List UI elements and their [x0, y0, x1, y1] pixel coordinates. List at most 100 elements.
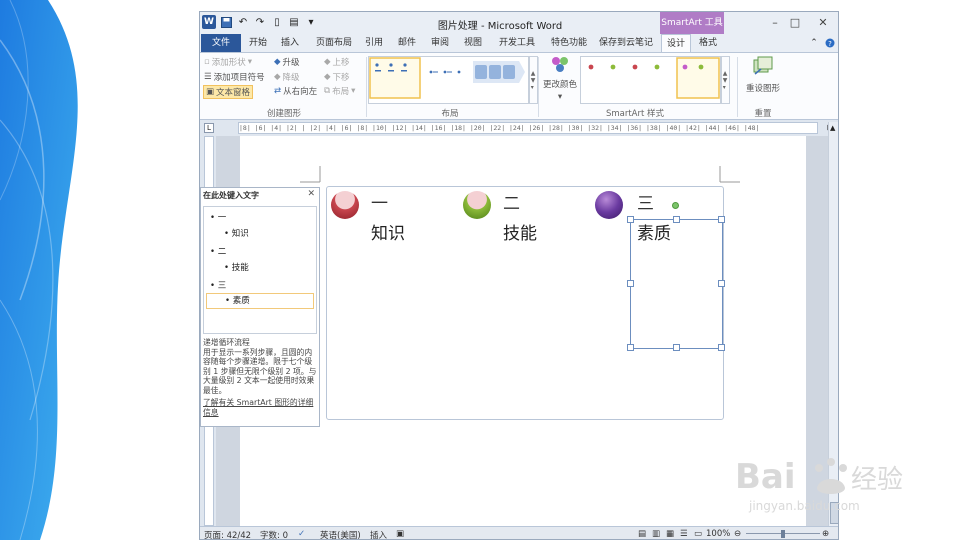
- step-circle-1[interactable]: [331, 191, 359, 219]
- layouts-gallery: [368, 56, 530, 104]
- reset-graphic-button[interactable]: 重设图形: [743, 56, 783, 94]
- styles-gallery-scroll[interactable]: ▲ ▼ ▾: [720, 56, 730, 104]
- new-document-icon[interactable]: ▯: [270, 15, 284, 29]
- promote-button[interactable]: ◆ 升级: [274, 56, 300, 68]
- resize-handle[interactable]: [627, 280, 634, 287]
- customize-toolbar-icon[interactable]: ▾: [304, 15, 318, 29]
- draft-view-icon[interactable]: ▭: [694, 529, 702, 539]
- step-number-3[interactable]: 三: [637, 189, 654, 214]
- zoom-out-icon[interactable]: ⊖: [734, 529, 741, 539]
- tab-save-to-cloud-notes[interactable]: 保存到云笔记: [597, 34, 655, 52]
- tab-view[interactable]: 视图: [459, 34, 487, 52]
- tab-references[interactable]: 引用: [360, 34, 388, 52]
- list-item[interactable]: • 一: [210, 211, 226, 223]
- resize-handle[interactable]: [718, 280, 725, 287]
- resize-handle[interactable]: [718, 216, 725, 223]
- step-text-1[interactable]: 知识: [371, 219, 405, 244]
- tab-special-features[interactable]: 特色功能: [545, 34, 593, 52]
- resize-handle[interactable]: [627, 216, 634, 223]
- group-label-smartart-styles: SmartArt 样式: [605, 109, 665, 119]
- layout-description-body: 用于显示一系列步骤，且圆的内容随每个步骤递增。限于七个级别 1 步骤但无限个级别…: [203, 347, 317, 395]
- resize-handle[interactable]: [673, 344, 680, 351]
- tab-review[interactable]: 审阅: [426, 34, 454, 52]
- proofing-icon[interactable]: ✓: [298, 529, 305, 539]
- word-count[interactable]: 字数: 0: [260, 529, 288, 539]
- step-number-2[interactable]: 二: [503, 189, 520, 214]
- group-label-reset: 重置: [754, 109, 772, 119]
- language-indicator[interactable]: 英语(美国): [320, 529, 361, 539]
- list-item-selected[interactable]: • 素质: [206, 293, 314, 309]
- list-item[interactable]: • 知识: [224, 227, 249, 239]
- resize-handle[interactable]: [718, 344, 725, 351]
- demote-button[interactable]: ◆ 降级: [274, 71, 300, 83]
- tab-page-layout[interactable]: 页面布局: [310, 34, 358, 52]
- smartart-tools-header: SmartArt 工具: [660, 12, 724, 34]
- insert-mode-indicator[interactable]: 插入: [370, 529, 387, 539]
- print-layout-view-icon[interactable]: ▤: [638, 529, 646, 539]
- macro-record-icon[interactable]: ▣: [396, 529, 404, 539]
- slide-wave-decoration: [0, 0, 78, 540]
- list-item[interactable]: • 技能: [224, 261, 249, 273]
- right-to-left-button[interactable]: ⇄ 从右向左: [274, 85, 317, 97]
- svg-text:?: ?: [828, 40, 832, 48]
- tab-design[interactable]: 设计: [661, 34, 691, 52]
- close-button[interactable]: ✕: [808, 14, 838, 32]
- move-up-button[interactable]: ◆ 上移: [324, 56, 350, 68]
- layouts-gallery-scroll[interactable]: ▲ ▼ ▾: [528, 56, 538, 104]
- layout-icon: ⧉: [324, 86, 331, 96]
- tab-format[interactable]: 格式: [694, 34, 722, 52]
- group-label-create-graphic: 创建图形: [266, 109, 301, 119]
- text-pane-close-icon[interactable]: ✕: [307, 189, 315, 199]
- change-colors-button[interactable]: 更改颜色 ▾: [542, 56, 578, 102]
- step-text-2[interactable]: 技能: [503, 219, 537, 244]
- horizontal-ruler[interactable]: |8| |6| |4| |2| | |2| |4| |6| |8| |10| |…: [238, 122, 818, 134]
- tab-file[interactable]: 文件: [201, 34, 241, 52]
- resize-handle[interactable]: [627, 344, 634, 351]
- resize-handle[interactable]: [673, 216, 680, 223]
- tab-developer[interactable]: 开发工具: [493, 34, 541, 52]
- learn-more-link[interactable]: 了解有关 SmartArt 图形的详细信息: [203, 398, 317, 417]
- tab-mailings[interactable]: 邮件: [393, 34, 421, 52]
- ribbon-minimize-icon[interactable]: ⌃: [808, 34, 820, 52]
- web-layout-icon[interactable]: ▦: [666, 529, 674, 539]
- layout-description-title: 递增循环流程: [203, 338, 250, 347]
- tab-insert[interactable]: 插入: [276, 34, 304, 52]
- svg-text:经验: 经验: [851, 465, 903, 495]
- add-bullet-icon: ☰: [204, 72, 212, 82]
- selected-shape-outline[interactable]: [630, 219, 723, 349]
- add-bullet-button[interactable]: ☰ 添加项目符号: [204, 71, 265, 83]
- smartart-graphic[interactable]: 一 知识 二 技能 三 素质: [326, 186, 725, 420]
- list-item[interactable]: • 二: [210, 245, 226, 257]
- redo-icon[interactable]: ↷: [253, 15, 267, 29]
- full-screen-reading-icon[interactable]: ▥: [652, 529, 660, 539]
- undo-icon[interactable]: ↶: [236, 15, 250, 29]
- step-circle-3[interactable]: [595, 191, 623, 219]
- scroll-up-icon[interactable]: ▲: [830, 124, 835, 132]
- group-separator: [366, 57, 367, 117]
- move-up-icon: ◆: [324, 57, 331, 67]
- demote-icon: ◆: [274, 72, 281, 82]
- word-logo-icon[interactable]: W: [202, 15, 216, 29]
- save-icon[interactable]: [219, 15, 233, 29]
- step-circle-2[interactable]: [463, 191, 491, 219]
- group-separator: [737, 57, 738, 117]
- move-down-button[interactable]: ◆ 下移: [324, 71, 350, 83]
- right-to-left-icon: ⇄: [274, 86, 282, 96]
- smartart-text-pane: 在此处键入文字 ✕ • 一 • 知识 • 二 • 技能 • 三 • 素质 递增循…: [200, 187, 320, 427]
- zoom-in-icon[interactable]: ⊕: [822, 529, 829, 539]
- help-icon[interactable]: ?: [824, 34, 836, 52]
- rotation-handle[interactable]: [672, 202, 679, 209]
- text-pane-button[interactable]: ▣ 文本窗格: [203, 85, 254, 99]
- page-count[interactable]: 页面: 42/42: [204, 529, 251, 539]
- zoom-slider-thumb[interactable]: [781, 530, 785, 538]
- tab-selector-icon[interactable]: L: [204, 123, 214, 133]
- step-number-1[interactable]: 一: [371, 189, 388, 214]
- add-shape-button[interactable]: ▫ 添加形状 ▾: [204, 56, 252, 68]
- outline-view-icon[interactable]: ☰: [680, 529, 688, 539]
- list-item[interactable]: • 三: [210, 279, 226, 291]
- layout-button[interactable]: ⧉ 布局 ▾: [324, 85, 355, 97]
- maximize-button[interactable]: □: [780, 14, 810, 32]
- tab-home[interactable]: 开始: [244, 34, 272, 52]
- print-icon[interactable]: ▤: [287, 15, 301, 29]
- zoom-level[interactable]: 100%: [706, 529, 730, 539]
